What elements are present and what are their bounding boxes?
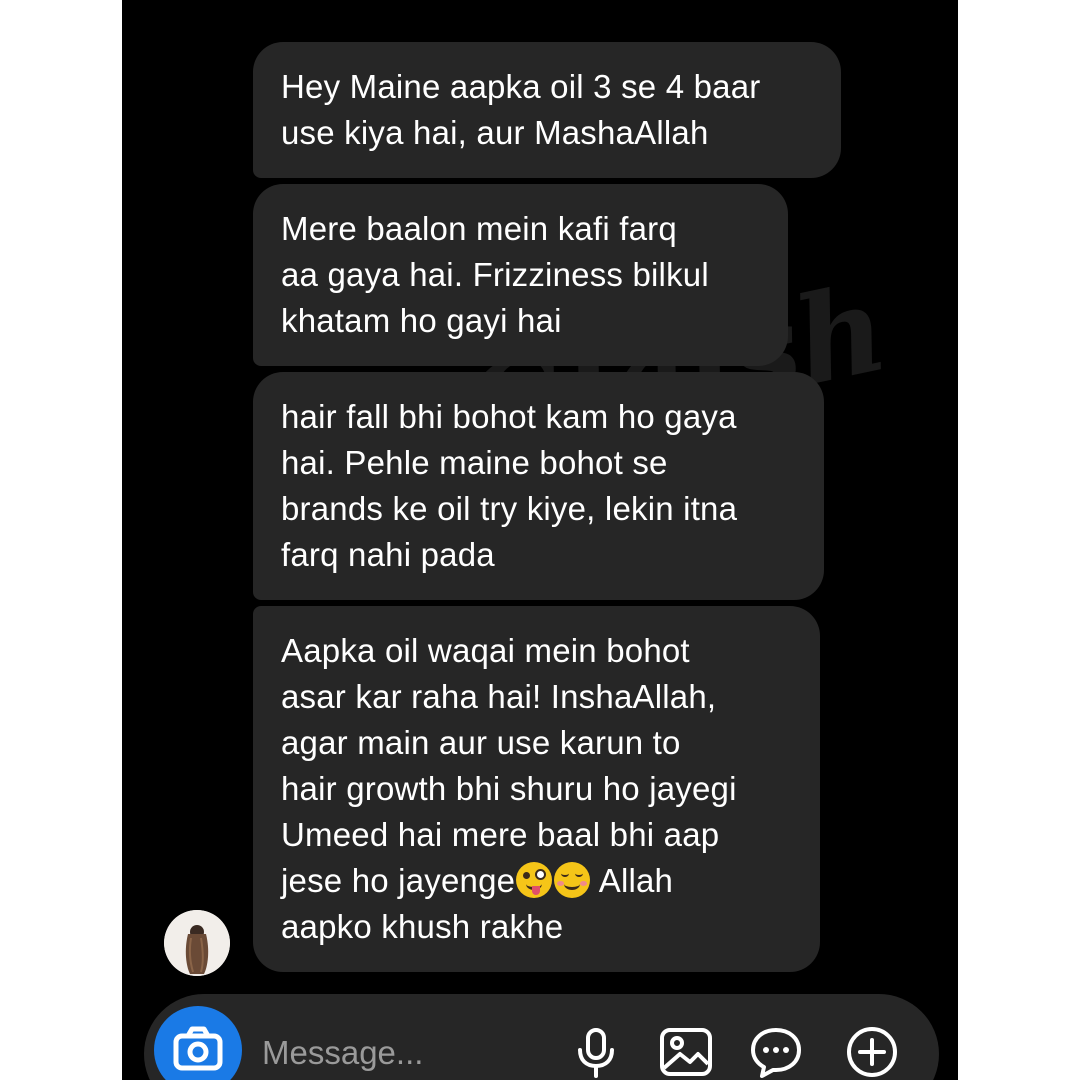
zany-face-emoji xyxy=(516,862,553,898)
avatar-image xyxy=(164,910,230,976)
message-bubble[interactable]: Aapka oil waqai mein bohot asar kar raha… xyxy=(253,606,820,972)
camera-button[interactable] xyxy=(154,1006,242,1080)
message-bubble[interactable]: Mere baalon mein kafi farq aa gaya hai. … xyxy=(253,184,788,366)
message-composer xyxy=(144,994,939,1080)
avatar[interactable] xyxy=(164,910,230,976)
camera-icon xyxy=(173,1026,223,1071)
smiling-face-emoji xyxy=(554,862,591,898)
message-bubble[interactable]: hair fall bhi bohot kam ho gaya hai. Peh… xyxy=(253,372,824,600)
gallery-icon[interactable] xyxy=(658,1024,714,1080)
sticker-icon[interactable] xyxy=(748,1024,804,1080)
message-text: Aapka oil waqai mein bohot asar kar raha… xyxy=(281,632,737,899)
chat-screen: Glaish Hey Maine aapka oil 3 se 4 baar u… xyxy=(122,0,958,1080)
microphone-icon[interactable] xyxy=(568,1024,624,1080)
message-bubble[interactable]: Hey Maine aapka oil 3 se 4 baar use kiya… xyxy=(253,42,841,178)
message-input[interactable] xyxy=(262,1030,542,1076)
plus-icon[interactable] xyxy=(844,1024,900,1080)
